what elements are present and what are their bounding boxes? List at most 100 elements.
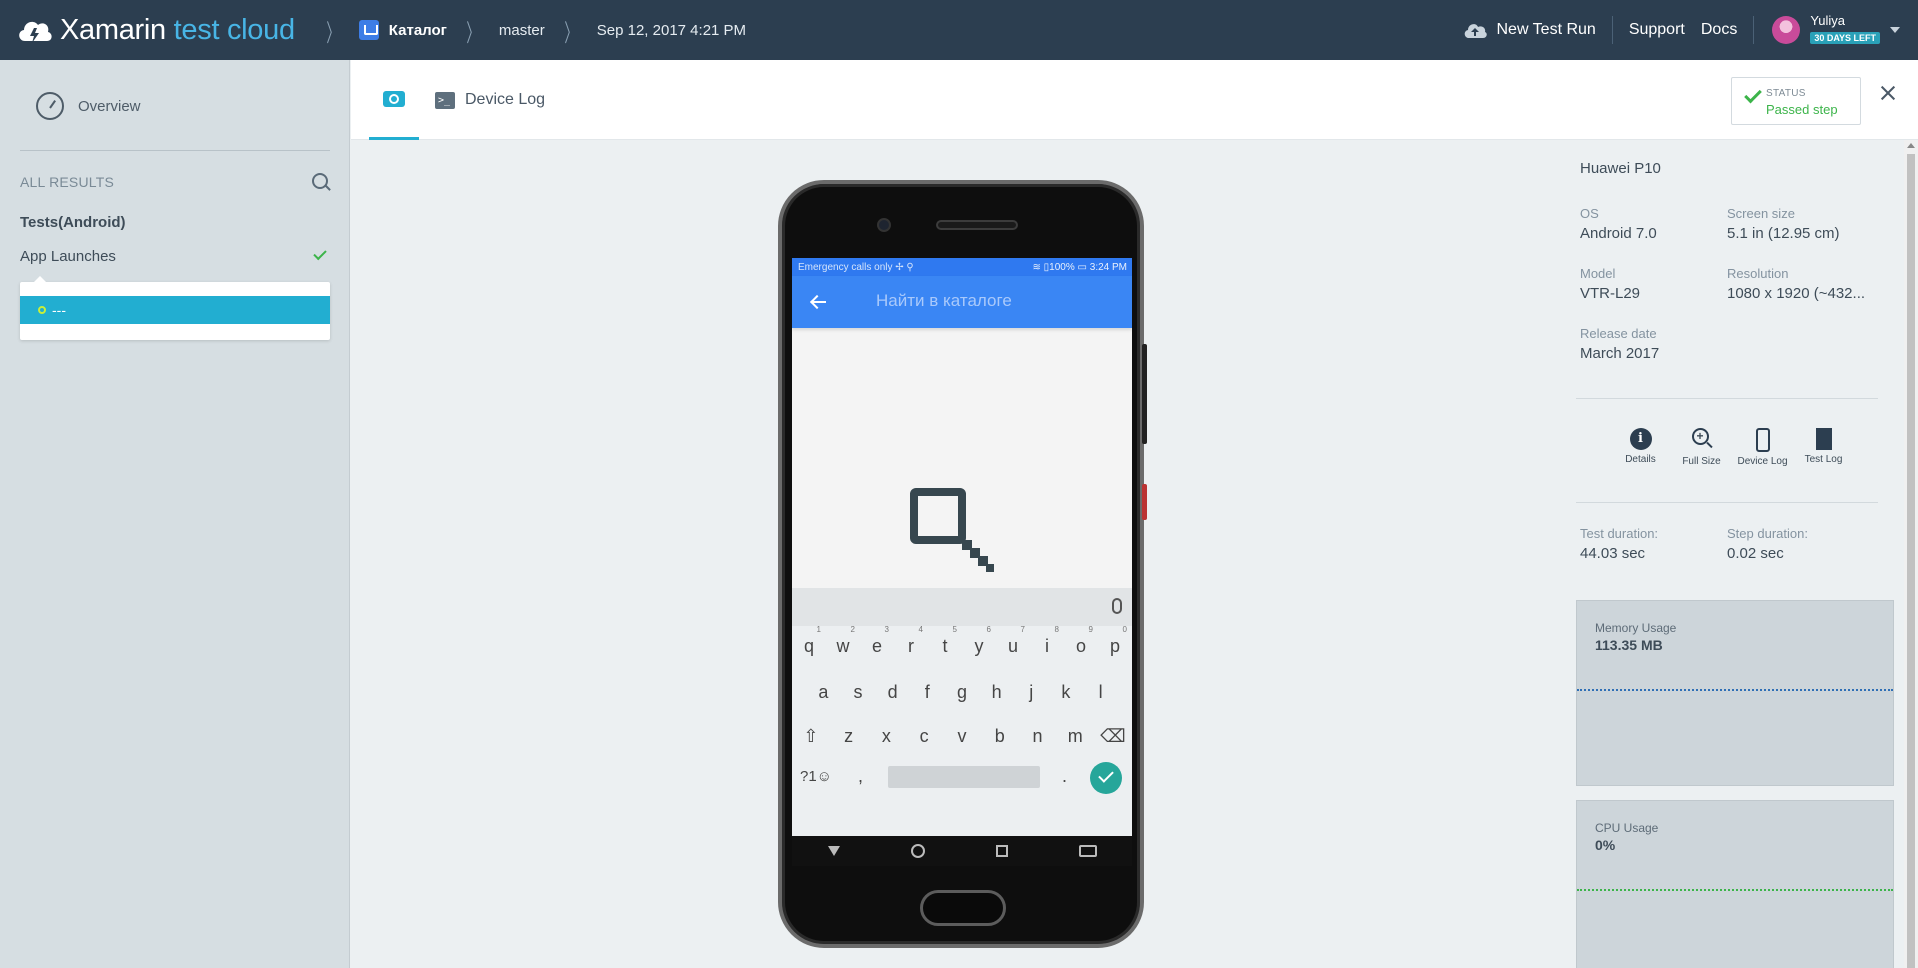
front-camera bbox=[877, 218, 891, 232]
key-r1-3: r4 bbox=[908, 625, 923, 656]
app-bag-icon bbox=[358, 20, 379, 40]
test-item[interactable]: App Launches bbox=[20, 246, 330, 265]
android-status-bar: Emergency calls only ✢ ⚲ ≋ ▯100% ▭ 3:24 … bbox=[792, 258, 1132, 276]
search-icon[interactable] bbox=[312, 173, 328, 189]
close-icon[interactable] bbox=[1878, 83, 1898, 103]
breadcrumb-branch[interactable]: master bbox=[499, 22, 545, 39]
android-nav-bar bbox=[792, 836, 1132, 866]
support-link[interactable]: Support bbox=[1611, 16, 1701, 44]
spec-value: VTR-L29 bbox=[1580, 285, 1641, 302]
key-r1-6: u7 bbox=[1007, 625, 1025, 656]
spec-value: 5.1 in (12.95 cm) bbox=[1727, 225, 1840, 242]
device-frame: Emergency calls only ✢ ⚲ ≋ ▯100% ▭ 3:24 … bbox=[778, 180, 1147, 948]
overview-link[interactable]: Overview bbox=[36, 92, 141, 120]
divider bbox=[1576, 398, 1878, 399]
device-log-button[interactable]: Device Log bbox=[1732, 428, 1793, 467]
breadcrumb-app[interactable]: Каталог bbox=[358, 20, 447, 40]
status-label: STATUS bbox=[1766, 88, 1806, 99]
symbols-key: ?1☺ bbox=[800, 768, 832, 785]
scroll-up-icon[interactable] bbox=[1907, 143, 1915, 148]
duration-label: Test duration: bbox=[1580, 526, 1659, 541]
step-item-selected[interactable]: --- bbox=[20, 296, 330, 324]
home-button bbox=[920, 890, 1006, 926]
nav-keyboard-icon bbox=[1078, 845, 1097, 857]
device-screenshot[interactable]: Emergency calls only ✢ ⚲ ≋ ▯100% ▭ 3:24 … bbox=[792, 258, 1132, 866]
spec-label: Resolution bbox=[1727, 266, 1789, 281]
back-arrow-icon bbox=[810, 294, 826, 310]
nav-back-icon bbox=[827, 846, 840, 856]
duration-value: 44.03 sec bbox=[1580, 545, 1646, 562]
key-r1-8: o9 bbox=[1075, 625, 1093, 656]
status-bar-left: Emergency calls only ✢ ⚲ bbox=[798, 261, 914, 273]
trial-badge: 30 DAYS LEFT bbox=[1810, 32, 1880, 44]
tab-device-log[interactable]: >_ Device Log bbox=[435, 60, 545, 140]
memory-label: Memory Usage bbox=[1595, 621, 1677, 635]
status-box: STATUS Passed step bbox=[1731, 77, 1861, 125]
zoom-in-icon: + bbox=[1691, 428, 1713, 452]
step-list: --- bbox=[20, 276, 330, 340]
logo-brand: Xamarin bbox=[60, 13, 166, 46]
test-log-button[interactable]: Test Log bbox=[1793, 428, 1854, 467]
status-value: Passed step bbox=[1766, 102, 1838, 117]
test-item-label: App Launches bbox=[20, 248, 116, 265]
spec-resolution: Resolution 1080 x 1920 (~432... bbox=[1727, 266, 1865, 302]
xamarin-test-cloud-logo[interactable]: Xamarin test cloud bbox=[16, 13, 295, 47]
key-r3-8: ⌫ bbox=[1100, 726, 1126, 746]
details-button[interactable]: i Details bbox=[1610, 428, 1671, 467]
divider bbox=[1576, 502, 1878, 503]
key-r3-4: v bbox=[957, 726, 967, 746]
step-status-dot-icon bbox=[38, 306, 46, 314]
breadcrumb-separator-icon: 〉 bbox=[466, 19, 480, 47]
enter-key-icon bbox=[1090, 762, 1122, 794]
spec-release-date: Release date March 2017 bbox=[1580, 326, 1659, 362]
memory-value: 113.35 MB bbox=[1595, 637, 1663, 653]
chevron-down-icon bbox=[1890, 27, 1900, 33]
docs-link[interactable]: Docs bbox=[1701, 16, 1753, 44]
key-r2-8: l bbox=[1098, 682, 1103, 702]
nav-home-icon bbox=[910, 844, 925, 858]
logo-wordmark: Xamarin test cloud bbox=[60, 14, 295, 47]
full-size-button[interactable]: + Full Size bbox=[1671, 428, 1732, 467]
cpu-label: CPU Usage bbox=[1595, 821, 1659, 835]
key-r2-3: f bbox=[924, 682, 930, 702]
key-r3-6: n bbox=[1032, 726, 1043, 746]
key-r1-1: w2 bbox=[836, 625, 856, 656]
speedometer-icon bbox=[36, 92, 64, 120]
step-item-label: --- bbox=[52, 302, 66, 318]
user-menu[interactable]: Yuliya 30 DAYS LEFT bbox=[1753, 14, 1900, 46]
key-r2-2: d bbox=[887, 682, 898, 702]
key-r3-5: b bbox=[994, 726, 1005, 746]
step-duration: Step duration: 0.02 sec bbox=[1727, 526, 1808, 562]
spec-label: Screen size bbox=[1727, 206, 1795, 221]
phone-log-icon bbox=[1755, 428, 1770, 452]
key-r3-1: z bbox=[844, 726, 854, 746]
key-r1-7: i8 bbox=[1045, 625, 1059, 656]
camera-icon bbox=[383, 90, 405, 107]
cpu-line bbox=[1577, 889, 1893, 891]
tab-screenshot[interactable] bbox=[369, 60, 419, 140]
user-info: Yuliya 30 DAYS LEFT bbox=[1810, 14, 1880, 46]
user-name: Yuliya bbox=[1810, 13, 1846, 28]
new-test-run-link[interactable]: New Test Run bbox=[1447, 16, 1612, 44]
breadcrumb-separator-icon: 〉 bbox=[326, 19, 340, 47]
key-r1-2: e3 bbox=[871, 625, 889, 656]
soft-keyboard: q1 w2 e3 r4 t5 y6 u7 i8 o9 p0 a s d f g h j k l ⇧ z x c v b n m ⌫… bbox=[792, 588, 1132, 866]
topbar-actions: New Test Run Support Docs Yuliya 30 DAYS… bbox=[1447, 0, 1918, 60]
spec-label: Release date bbox=[1580, 326, 1657, 341]
device-log-label: Device Log bbox=[1737, 456, 1788, 467]
breadcrumb-run-date[interactable]: Sep 12, 2017 4:21 PM bbox=[597, 22, 746, 39]
cpu-value: 0% bbox=[1595, 837, 1616, 853]
memory-usage-graph: Memory Usage 113.35 MB bbox=[1576, 600, 1894, 786]
key-r1-9: p0 bbox=[1109, 625, 1127, 656]
scroll-thumb[interactable] bbox=[1907, 154, 1915, 968]
checkmark-icon bbox=[313, 246, 327, 261]
test-group-title[interactable]: Tests(Android) bbox=[20, 214, 126, 231]
comma-key: , bbox=[858, 766, 864, 786]
cloud-upload-icon bbox=[1464, 24, 1487, 38]
test-log-label: Test Log bbox=[1804, 454, 1843, 465]
panel-scrollbar[interactable] bbox=[1904, 140, 1918, 968]
step-actions: i Details + Full Size Device Log Test Lo… bbox=[1610, 428, 1854, 467]
key-r1-0: q1 bbox=[803, 625, 821, 656]
microphone-icon bbox=[1112, 598, 1122, 614]
keyboard-row-3: ⇧ z x c v b n m ⌫ bbox=[792, 726, 1132, 747]
